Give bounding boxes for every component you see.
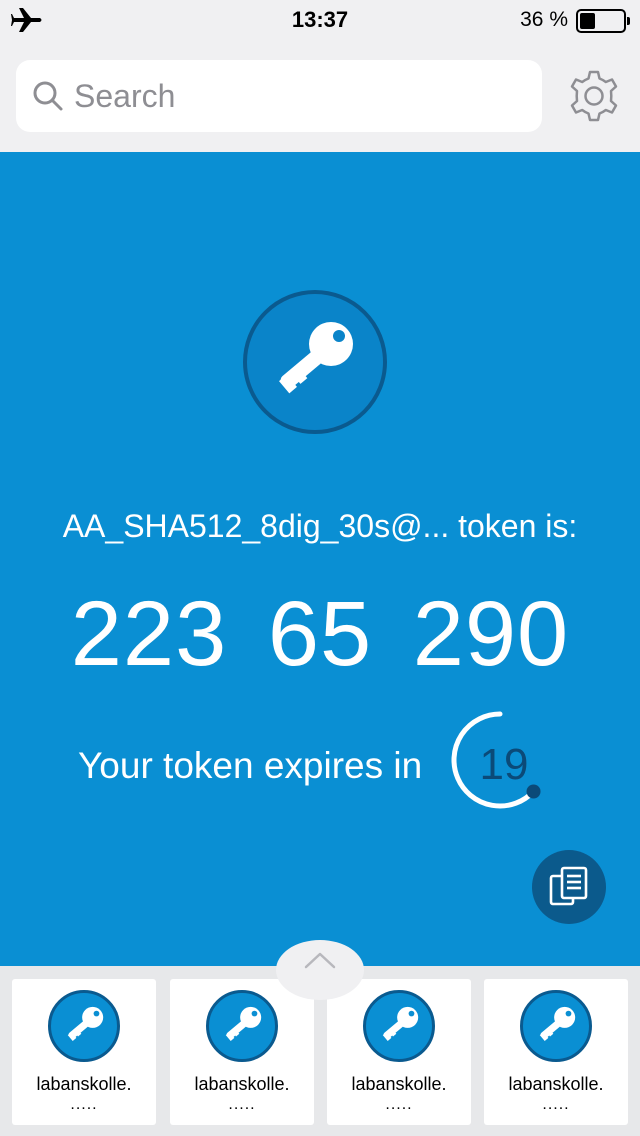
countdown-seconds: 19 (479, 740, 529, 789)
account-name: labanskolle. (36, 1074, 132, 1094)
battery-icon (576, 9, 630, 33)
expires-label: Your token expires in (78, 745, 423, 786)
account-card[interactable]: labanskolle. ..... (170, 979, 314, 1125)
account-icon (48, 990, 120, 1062)
key-icon (279, 322, 353, 394)
token-code[interactable]: 223 65 290 (0, 582, 640, 687)
account-dots: ..... (70, 1096, 98, 1113)
account-dots: ..... (228, 1096, 256, 1113)
account-card[interactable]: labanskolle. ..... (327, 979, 471, 1125)
account-dots: ..... (542, 1096, 570, 1113)
drawer-handle[interactable] (276, 940, 364, 1000)
account-card[interactable]: labanskolle. ..... (484, 979, 628, 1125)
key-icon (539, 1006, 576, 1041)
account-name: labanskolle. (508, 1074, 604, 1094)
account-card[interactable]: labanskolle. ..... (12, 979, 156, 1125)
search-input[interactable] (74, 74, 524, 118)
battery-percentage: 36 % (520, 8, 568, 31)
token-panel: AA_SHA512_8dig_30s@... token is: 223 65 … (0, 152, 640, 966)
account-dots: ..... (385, 1096, 413, 1113)
battery-level (580, 13, 595, 29)
gear-icon[interactable] (566, 68, 622, 124)
status-bar: 13:37 36 % (0, 0, 640, 42)
account-icon (520, 990, 592, 1062)
key-icon (67, 1006, 104, 1041)
search-bar[interactable] (16, 60, 542, 132)
copy-icon (549, 866, 588, 906)
copy-button[interactable] (532, 850, 606, 924)
search-icon (33, 81, 63, 111)
account-name: labanskolle. (194, 1074, 290, 1094)
key-icon (382, 1006, 419, 1041)
token-icon-circle (243, 290, 387, 434)
key-icon (225, 1006, 262, 1041)
account-icon (206, 990, 278, 1062)
account-icon (363, 990, 435, 1062)
token-label: AA_SHA512_8dig_30s@... token is: (62, 508, 578, 544)
account-name: labanskolle. (351, 1074, 447, 1094)
header (0, 42, 640, 152)
chevron-up-icon (304, 952, 336, 969)
